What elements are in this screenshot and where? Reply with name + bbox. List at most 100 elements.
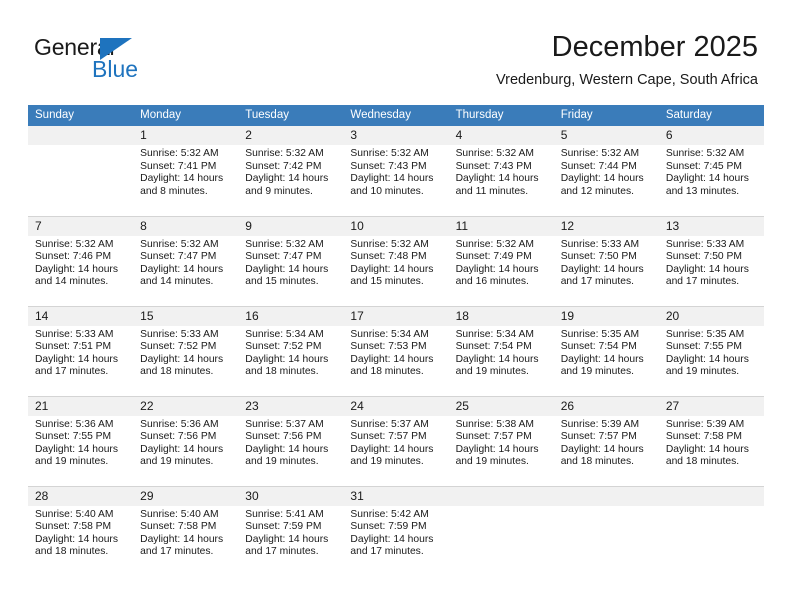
calendar-cell-day-4[interactable]: 4 Sunrise: 5:32 AM Sunset: 7:43 PM Daylight…: [448, 126, 554, 216]
day-number: [448, 486, 554, 506]
calendar-cell-inner: 10 Sunrise: 5:32 AM Sunset: 7:48 PM Dayligh…: [343, 216, 449, 306]
day-details: Sunrise: 5:37 AM Sunset: 7:57 PM Daylight:…: [343, 416, 448, 469]
daylight-text: Daylight: 14 hours and 13 minutes.: [665, 173, 749, 197]
sunrise-text: Sunrise: 5:38 AM: [455, 418, 534, 430]
daylight-text: Daylight: 14 hours and 14 minutes.: [140, 263, 224, 288]
sunrise-text: Sunrise: 5:32 AM: [455, 148, 534, 159]
day-details: Sunrise: 5:32 AM Sunset: 7:47 PM Daylight:…: [133, 236, 238, 289]
day-number: 23: [238, 396, 344, 416]
calendar-page: General Blue December 2025 Vredenburg, W…: [0, 0, 792, 612]
sunset-text: Sunset: 7:42 PM: [245, 160, 322, 172]
daylight-text: Daylight: 14 hours and 17 minutes.: [665, 263, 749, 288]
weekday-header-tuesday: Tuesday: [238, 105, 344, 126]
calendar-cell-day-9[interactable]: 9 Sunrise: 5:32 AM Sunset: 7:47 PM Daylight…: [238, 215, 344, 306]
calendar-cell-day-16[interactable]: 16 Sunrise: 5:34 AM Sunset: 7:52 PM Dayligh…: [238, 305, 344, 396]
calendar-cell-day-10[interactable]: 10 Sunrise: 5:32 AM Sunset: 7:48 PM Dayligh…: [343, 215, 449, 306]
daylight-text: Daylight: 14 hours and 12 minutes.: [560, 173, 644, 197]
sunset-text: Sunset: 7:52 PM: [140, 341, 217, 353]
sunset-text: Sunset: 7:47 PM: [140, 251, 217, 263]
day-details: Sunrise: 5:32 AM Sunset: 7:48 PM Daylight:…: [343, 236, 448, 289]
calendar-cell-day-21[interactable]: 21 Sunrise: 5:36 AM Sunset: 7:55 PM Dayligh…: [28, 395, 134, 486]
sunset-text: Sunset: 7:56 PM: [140, 431, 217, 443]
day-number: 25: [448, 396, 554, 416]
sunrise-text: Sunrise: 5:36 AM: [35, 418, 114, 430]
calendar-cell-inner: 3 Sunrise: 5:32 AM Sunset: 7:43 PM Daylight…: [343, 126, 449, 215]
day-number: [28, 126, 134, 145]
daylight-text: Daylight: 14 hours and 17 minutes.: [560, 263, 644, 288]
calendar-cell-day-7[interactable]: 7 Sunrise: 5:32 AM Sunset: 7:46 PM Daylight…: [28, 215, 134, 306]
calendar-cell-day-25[interactable]: 25 Sunrise: 5:38 AM Sunset: 7:57 PM Dayligh…: [448, 395, 554, 486]
calendar-cell-day-1[interactable]: 1 Sunrise: 5:32 AM Sunset: 7:41 PM Daylight…: [133, 126, 239, 216]
calendar-cell-inner: 16 Sunrise: 5:34 AM Sunset: 7:52 PM Dayligh…: [238, 306, 344, 396]
day-number: 5: [553, 126, 659, 145]
sunset-text: Sunset: 7:55 PM: [665, 341, 742, 353]
calendar-cell-day-17[interactable]: 17 Sunrise: 5:34 AM Sunset: 7:53 PM Dayligh…: [343, 305, 449, 396]
day-details: Sunrise: 5:34 AM Sunset: 7:54 PM Daylight:…: [449, 326, 554, 379]
daylight-text: Daylight: 14 hours and 19 minutes.: [560, 353, 644, 378]
day-number: 18: [448, 306, 554, 326]
calendar-cell-day-31[interactable]: 31 Sunrise: 5:42 AM Sunset: 7:59 PM Dayligh…: [343, 485, 449, 576]
day-details: Sunrise: 5:34 AM Sunset: 7:53 PM Daylight:…: [343, 326, 448, 379]
calendar-cell-day-29[interactable]: 29 Sunrise: 5:40 AM Sunset: 7:58 PM Dayligh…: [133, 485, 239, 576]
calendar-cell-day-24[interactable]: 24 Sunrise: 5:37 AM Sunset: 7:57 PM Dayligh…: [343, 395, 449, 486]
calendar-cell-day-23[interactable]: 23 Sunrise: 5:37 AM Sunset: 7:56 PM Dayligh…: [238, 395, 344, 486]
sunset-text: Sunset: 7:51 PM: [35, 341, 112, 353]
calendar-cell-day-19[interactable]: 19 Sunrise: 5:35 AM Sunset: 7:54 PM Dayligh…: [553, 305, 659, 396]
calendar-cell-day-3[interactable]: 3 Sunrise: 5:32 AM Sunset: 7:43 PM Daylight…: [343, 126, 449, 216]
page-header: General Blue December 2025 Vredenburg, W…: [0, 0, 792, 100]
weekday-header-thursday: Thursday: [448, 105, 554, 126]
calendar-cell-day-20[interactable]: 20 Sunrise: 5:35 AM Sunset: 7:55 PM Dayligh…: [658, 305, 764, 396]
day-number: 19: [553, 306, 659, 326]
calendar-cell-inner: [553, 486, 659, 576]
daylight-text: Daylight: 14 hours and 19 minutes.: [350, 443, 434, 468]
sunrise-text: Sunrise: 5:34 AM: [350, 328, 429, 340]
day-details: Sunrise: 5:42 AM Sunset: 7:59 PM Daylight:…: [343, 506, 448, 559]
day-details: Sunrise: 5:39 AM Sunset: 7:58 PM Daylight:…: [659, 416, 764, 469]
calendar-cell-day-5[interactable]: 5 Sunrise: 5:32 AM Sunset: 7:44 PM Daylight…: [553, 126, 659, 216]
calendar-cell-inner: 5 Sunrise: 5:32 AM Sunset: 7:44 PM Daylight…: [553, 126, 659, 215]
sunrise-text: Sunrise: 5:32 AM: [560, 148, 640, 159]
weekday-header-wednesday: Wednesday: [343, 105, 449, 126]
day-number: 2: [238, 126, 344, 145]
calendar-header-row: Sunday Monday Tuesday Wednesday Thursday…: [28, 105, 764, 126]
sunrise-text: Sunrise: 5:33 AM: [140, 328, 219, 340]
title-block: December 2025 Vredenburg, Western Cape, …: [496, 30, 758, 89]
calendar-cell-empty: [448, 485, 554, 576]
calendar-cell-day-27[interactable]: 27 Sunrise: 5:39 AM Sunset: 7:58 PM Dayligh…: [658, 395, 764, 486]
day-details: Sunrise: 5:32 AM Sunset: 7:45 PM Daylight:…: [659, 145, 764, 198]
sunrise-text: Sunrise: 5:32 AM: [35, 238, 114, 250]
calendar-cell-day-6[interactable]: 6 Sunrise: 5:32 AM Sunset: 7:45 PM Daylight…: [658, 126, 764, 216]
daylight-text: Daylight: 14 hours and 9 minutes.: [245, 173, 329, 197]
sunrise-text: Sunrise: 5:42 AM: [350, 508, 429, 520]
day-number: 6: [658, 126, 764, 145]
calendar-cell-day-11[interactable]: 11 Sunrise: 5:32 AM Sunset: 7:49 PM Dayligh…: [448, 215, 554, 306]
day-details: Sunrise: 5:37 AM Sunset: 7:56 PM Daylight:…: [238, 416, 343, 469]
sunset-text: Sunset: 7:43 PM: [455, 160, 532, 172]
calendar-cell-day-8[interactable]: 8 Sunrise: 5:32 AM Sunset: 7:47 PM Daylight…: [133, 215, 239, 306]
calendar-cell-inner: 20 Sunrise: 5:35 AM Sunset: 7:55 PM Dayligh…: [658, 306, 764, 396]
day-number: 17: [343, 306, 449, 326]
sunset-text: Sunset: 7:59 PM: [245, 521, 322, 533]
calendar-cell-inner: 4 Sunrise: 5:32 AM Sunset: 7:43 PM Daylight…: [448, 126, 554, 215]
calendar-cell-day-30[interactable]: 30 Sunrise: 5:41 AM Sunset: 7:59 PM Dayligh…: [238, 485, 344, 576]
calendar-cell-day-13[interactable]: 13 Sunrise: 5:33 AM Sunset: 7:50 PM Dayligh…: [658, 215, 764, 306]
calendar-cell-day-18[interactable]: 18 Sunrise: 5:34 AM Sunset: 7:54 PM Dayligh…: [448, 305, 554, 396]
calendar-cell-day-26[interactable]: 26 Sunrise: 5:39 AM Sunset: 7:57 PM Dayligh…: [553, 395, 659, 486]
day-number: 12: [553, 216, 659, 236]
general-blue-logo[interactable]: General Blue: [34, 34, 164, 84]
calendar-week-row: 1 Sunrise: 5:32 AM Sunset: 7:41 PM Daylight…: [28, 126, 764, 216]
calendar-cell-day-2[interactable]: 2 Sunrise: 5:32 AM Sunset: 7:42 PM Daylight…: [238, 126, 344, 216]
sunset-text: Sunset: 7:57 PM: [455, 431, 532, 443]
day-details: Sunrise: 5:32 AM Sunset: 7:43 PM Daylight:…: [343, 145, 448, 198]
calendar-cell-day-28[interactable]: 28 Sunrise: 5:40 AM Sunset: 7:58 PM Dayligh…: [28, 485, 134, 576]
day-details: Sunrise: 5:33 AM Sunset: 7:51 PM Daylight:…: [28, 326, 133, 379]
calendar-cell-inner: 1 Sunrise: 5:32 AM Sunset: 7:41 PM Daylight…: [133, 126, 239, 215]
calendar-cell-day-12[interactable]: 12 Sunrise: 5:33 AM Sunset: 7:50 PM Dayligh…: [553, 215, 659, 306]
calendar-cell-inner: 22 Sunrise: 5:36 AM Sunset: 7:56 PM Dayligh…: [133, 396, 239, 486]
calendar-cell-day-15[interactable]: 15 Sunrise: 5:33 AM Sunset: 7:52 PM Dayligh…: [133, 305, 239, 396]
day-details: Sunrise: 5:40 AM Sunset: 7:58 PM Daylight:…: [28, 506, 133, 559]
day-details: Sunrise: 5:36 AM Sunset: 7:55 PM Daylight:…: [28, 416, 133, 469]
calendar-cell-day-14[interactable]: 14 Sunrise: 5:33 AM Sunset: 7:51 PM Dayligh…: [28, 305, 134, 396]
calendar-cell-day-22[interactable]: 22 Sunrise: 5:36 AM Sunset: 7:56 PM Dayligh…: [133, 395, 239, 486]
day-number: 13: [658, 216, 764, 236]
